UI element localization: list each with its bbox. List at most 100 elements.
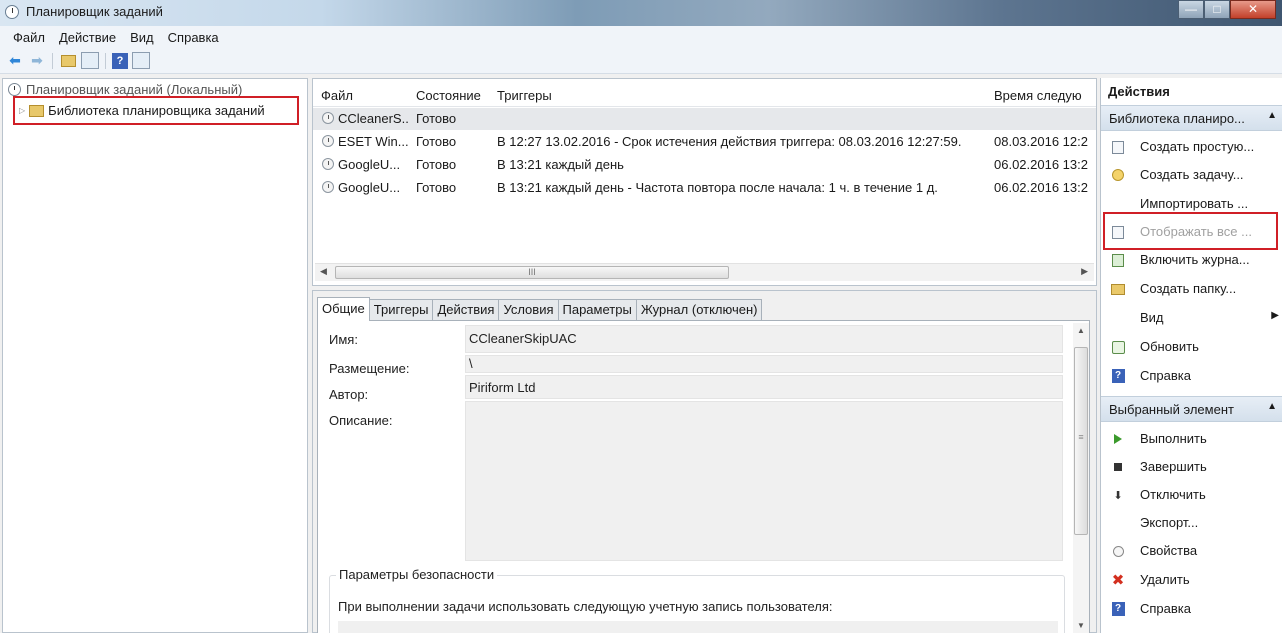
tab-general[interactable]: Общие — [317, 297, 370, 321]
export-action[interactable]: Экспорт... — [1101, 510, 1282, 536]
help-icon[interactable]: ? — [112, 52, 128, 69]
help-action-selected[interactable]: ? Справка — [1101, 596, 1282, 622]
table-row[interactable]: GoogleU... Готово В 13:21 каждый день 06… — [313, 154, 1096, 176]
scroll-down-icon[interactable]: ▼ — [1077, 621, 1085, 630]
view-label: Вид — [1140, 310, 1164, 325]
stop-icon — [1111, 460, 1125, 474]
create-task-label: Создать задачу... — [1140, 167, 1244, 182]
scroll-right-icon[interactable]: ▶ — [1081, 266, 1088, 277]
task-status: Готово — [416, 157, 457, 172]
forward-arrow-icon[interactable]: ➡ — [28, 52, 46, 70]
table-row[interactable]: CCleanerS... Готово — [313, 108, 1096, 130]
table-row[interactable]: GoogleU... Готово В 13:21 каждый день - … — [313, 177, 1096, 199]
new-folder-action[interactable]: Создать папку... — [1101, 276, 1282, 302]
section-header-library[interactable]: Библиотека планиро... ▲ — [1101, 105, 1282, 131]
task-trigger: В 13:21 каждый день - Частота повтора по… — [497, 180, 938, 195]
tree-item-library[interactable]: ▷ Библиотека планировщика заданий — [13, 96, 299, 125]
task-next-run: 08.03.2016 12:2 — [994, 134, 1088, 149]
section-header-selected-item[interactable]: Выбранный элемент ▲ — [1101, 396, 1282, 422]
create-task-action[interactable]: Создать задачу... — [1101, 162, 1282, 188]
minimize-button[interactable]: — — [1178, 0, 1204, 19]
help-action[interactable]: ? Справка — [1101, 363, 1282, 389]
location-field[interactable]: \ — [465, 355, 1063, 373]
delete-label: Удалить — [1140, 572, 1190, 587]
run-label: Выполнить — [1140, 431, 1207, 446]
tab-actions[interactable]: Действия — [432, 299, 500, 321]
name-label: Имя: — [329, 332, 358, 347]
close-button[interactable]: ✕ — [1230, 0, 1276, 19]
delete-action[interactable]: ✖ Удалить — [1101, 567, 1282, 593]
table-row[interactable]: ESET Win... Готово В 12:27 13.02.2016 - … — [313, 131, 1096, 153]
task-status: Готово — [416, 134, 457, 149]
user-account-field[interactable] — [338, 621, 1058, 633]
create-basic-task-action[interactable]: Создать простую... — [1101, 134, 1282, 160]
create-basic-task-label: Создать простую... — [1140, 139, 1255, 154]
collapse-arrow-icon[interactable]: ▲ — [1267, 401, 1277, 412]
highlight-frame — [1103, 212, 1278, 250]
down-arrow-icon: ⬇ — [1113, 489, 1123, 502]
security-options-group: Параметры безопасности При выполнении за… — [329, 567, 1065, 633]
tab-settings[interactable]: Параметры — [557, 299, 637, 321]
show-hide-action-pane-icon[interactable] — [132, 52, 150, 69]
details-tabs: Общие Триггеры Действия Условия Параметр… — [317, 297, 763, 321]
disable-action[interactable]: ⬇ Отключить — [1101, 482, 1282, 508]
name-field[interactable]: CCleanerSkipUAC — [465, 325, 1063, 353]
enable-history-action[interactable]: Включить журна... — [1101, 247, 1282, 273]
task-name: GoogleU... — [338, 180, 401, 195]
back-arrow-icon[interactable]: ⬅ — [6, 52, 24, 70]
column-header-status[interactable]: Состояние — [416, 88, 481, 103]
help-label: Справка — [1140, 368, 1191, 383]
author-field[interactable]: Piriform Ltd — [465, 375, 1063, 399]
tree-item-library-label: Библиотека планировщика заданий — [48, 103, 265, 118]
console-tree: Планировщик заданий (Локальный) ▷ Библио… — [2, 78, 308, 633]
collapse-arrow-icon[interactable]: ▲ — [1267, 110, 1277, 121]
scroll-left-icon[interactable]: ◀ — [320, 266, 327, 277]
menu-file[interactable]: Файл — [6, 30, 52, 45]
author-label: Автор: — [329, 387, 369, 402]
task-icon — [322, 158, 334, 170]
column-header-name[interactable]: Файл — [321, 88, 353, 103]
general-tab-content: Имя: CCleanerSkipUAC Размещение: \ Автор… — [317, 320, 1090, 633]
properties-icon — [1111, 544, 1125, 558]
view-action[interactable]: Вид ▶ — [1101, 305, 1282, 331]
horizontal-scrollbar[interactable]: ◀ III ▶ — [315, 263, 1094, 281]
task-details: Общие Триггеры Действия Условия Параметр… — [312, 290, 1097, 633]
scrollbar-thumb[interactable]: III — [335, 266, 729, 279]
scrollbar-thumb[interactable]: ≡ — [1074, 347, 1088, 535]
tree-root-label: Планировщик заданий (Локальный) — [26, 82, 243, 97]
description-field[interactable] — [465, 401, 1063, 561]
toolbar-separator — [105, 52, 106, 69]
create-basic-task-icon — [1111, 140, 1125, 154]
folder-icon — [29, 104, 45, 117]
show-hide-console-tree-icon[interactable] — [81, 52, 99, 69]
tab-conditions[interactable]: Условия — [498, 299, 559, 321]
task-next-run: 06.02.2016 13:2 — [994, 157, 1088, 172]
run-action[interactable]: Выполнить — [1101, 426, 1282, 452]
task-icon — [322, 181, 334, 193]
task-trigger: В 13:21 каждый день — [497, 157, 624, 172]
clock-icon — [8, 83, 21, 96]
end-action[interactable]: Завершить — [1101, 454, 1282, 480]
column-header-next-run[interactable]: Время следую — [994, 88, 1092, 103]
help-icon: ? — [1111, 602, 1125, 616]
menu-view[interactable]: Вид — [123, 30, 161, 45]
properties-action[interactable]: Свойства — [1101, 538, 1282, 564]
expand-arrow-icon[interactable]: ▷ — [19, 106, 25, 115]
menu-action[interactable]: Действие — [52, 30, 123, 45]
task-status: Готово — [416, 180, 457, 195]
vertical-scrollbar[interactable]: ▲ ≡ ▼ — [1073, 323, 1089, 633]
tree-root-item[interactable]: Планировщик заданий (Локальный) — [8, 82, 242, 97]
help-icon: ? — [1111, 369, 1125, 383]
menu-help[interactable]: Справка — [161, 30, 226, 45]
scroll-up-icon[interactable]: ▲ — [1077, 326, 1085, 335]
tab-triggers[interactable]: Триггеры — [368, 299, 434, 321]
task-name: CCleanerS... — [338, 111, 408, 126]
tab-history[interactable]: Журнал (отключен) — [635, 299, 763, 321]
refresh-action[interactable]: Обновить — [1101, 334, 1282, 360]
maximize-button[interactable]: □ — [1204, 0, 1230, 19]
up-folder-icon[interactable] — [59, 52, 77, 70]
refresh-icon — [1111, 340, 1125, 354]
submenu-arrow-icon: ▶ — [1271, 310, 1279, 321]
column-header-triggers[interactable]: Триггеры — [497, 88, 552, 103]
new-folder-label: Создать папку... — [1140, 281, 1237, 296]
